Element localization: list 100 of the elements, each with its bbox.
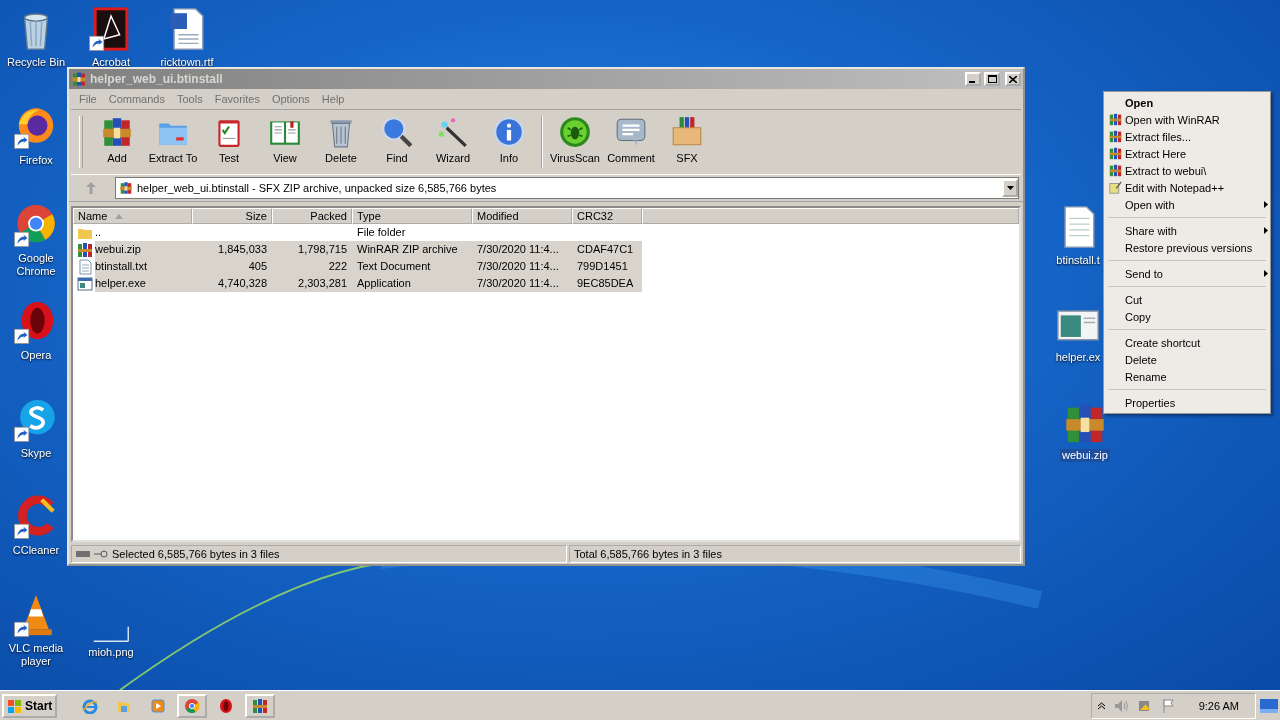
file-name[interactable]: webui.zip [95,241,192,258]
bug-scanner-icon [558,115,592,149]
context-menu-item[interactable]: Delete [1106,351,1268,368]
show-desktop-icon [1260,698,1278,713]
flag-icon [1160,697,1177,714]
maximize-button[interactable] [984,72,1000,86]
context-menu-item[interactable]: Restore previous versions [1106,239,1268,256]
clock: 9:26 AM [1198,699,1239,712]
close-button[interactable] [1005,72,1021,86]
table-cell: Application [352,275,472,292]
taskbar-button[interactable] [245,693,276,718]
toolbar-button[interactable]: SFX [659,113,715,171]
toolbar-button[interactable]: Test [201,113,257,171]
context-menu-item[interactable]: Send to [1106,265,1268,282]
column-header[interactable]: Name [73,208,192,224]
toolbar-button[interactable]: Delete [313,113,369,171]
table-cell: 7/30/2020 11:4... [472,275,572,292]
toolbar-button[interactable]: Extract To [145,113,201,171]
table-cell: 1,845,033 [192,241,272,258]
key-icon [94,550,108,558]
toolbar-button[interactable]: Add [89,113,145,171]
column-header[interactable]: Packed [272,208,352,224]
toolbar-button[interactable]: Info [481,113,537,171]
magic-wand-icon [436,115,470,149]
start-button[interactable]: Start [2,693,58,718]
table-cell: 9EC85DEA [572,275,642,292]
window-title: helper_web_ui.btinstall [90,72,224,86]
context-menu-item[interactable]: Share with [1106,222,1268,239]
submenu-arrow-icon [1264,227,1268,234]
submenu-arrow-icon [1264,201,1268,208]
address-field[interactable]: helper_web_ui.btinstall - SFX ZIP archive, unpacked size 6,585,766 bytes [115,177,1019,199]
context-menu-item[interactable]: Extract Here [1106,145,1268,162]
context-menu-item[interactable]: Open with WinRAR [1106,111,1268,128]
sort-arrow-icon [115,213,124,219]
context-menu-item[interactable]: Properties [1106,394,1268,411]
desktop-icon-label[interactable]: btinstall.t [1054,254,1102,267]
desktop-icon-label[interactable]: Firefox [17,154,55,167]
desktop-icon-label[interactable]: VLC media player [4,642,68,668]
toolbar-button[interactable]: Find [369,113,425,171]
minimize-button[interactable] [965,72,981,86]
desktop-icon-label[interactable]: helper.ex [1053,351,1103,364]
submenu-arrow-icon [1264,270,1268,277]
context-menu-item[interactable]: Extract to webui\ [1106,162,1268,179]
desktop-icon-label[interactable]: mioh.png [86,646,136,659]
context-menu-item[interactable]: Open with [1106,196,1268,213]
desktop-icon-label[interactable]: Google Chrome [4,252,68,278]
column-header[interactable]: Modified [472,208,572,224]
context-menu-item[interactable]: Rename [1106,368,1268,385]
desktop-icon-label[interactable]: Recycle Bin [4,56,68,69]
desktop-icon-label[interactable]: CCleaner [10,544,62,557]
status-text: Total 6,585,766 bytes in 3 files [574,548,722,560]
magnifier-icon [380,115,414,149]
dropdown-button[interactable] [1002,179,1018,197]
archive-icon [71,71,87,87]
status-text: Selected 6,585,766 bytes in 3 files [112,548,280,560]
column-header[interactable]: CRC32 [572,208,642,224]
table-cell: 4,740,328 [192,275,272,292]
table-cell-text: File folder [356,225,407,240]
play-icon [150,697,167,714]
chrome-icon [184,697,201,714]
context-menu-item[interactable]: Copy [1106,308,1268,325]
desktop-icon-label[interactable]: webui.zip [1060,449,1110,462]
program-window-icon [77,275,93,292]
column-header[interactable]: Size [192,208,272,224]
archive-icon [1109,113,1122,126]
context-menu-item[interactable]: Open [1106,94,1268,111]
caret-icon [1006,186,1014,190]
table-cell: Text Document [352,258,472,275]
toolbar-button[interactable]: Comment [603,113,659,171]
desktop-icon-label[interactable]: ricktown.rtf [158,56,216,69]
chevron-up-icon [1097,701,1105,710]
windows-logo-icon [7,697,23,714]
archive-icon [252,697,269,714]
file-name[interactable]: btinstall.txt [95,258,192,275]
table-cell: CDAF47C1 [572,241,642,258]
context-menu-item[interactable]: Extract files... [1106,128,1268,145]
table-cell: 7/30/2020 11:4... [472,241,572,258]
text-document-icon [77,258,93,275]
table-cell: 405 [192,258,272,275]
toolbar-button[interactable]: View [257,113,313,171]
info-icon [492,115,526,149]
desktop-icon-label[interactable]: Acrobat [90,56,132,69]
close-icon [1009,75,1017,83]
column-header[interactable]: Type [352,208,472,224]
table-cell: 1,798,715 [272,241,352,258]
maximize-icon [987,75,997,83]
opera-icon [218,697,235,714]
desktop-icon-label[interactable]: Skype [18,447,54,460]
toolbar-button[interactable]: Wizard [425,113,481,171]
browser-e-icon [82,697,99,714]
context-menu-item[interactable]: Edit with Notepad++ [1106,179,1268,196]
file-name[interactable]: helper.exe [95,275,192,292]
desktop-icon-label[interactable]: Opera [18,349,54,362]
taskbar-button[interactable] [177,693,208,718]
toolbar-button[interactable]: VirusScan [547,113,603,171]
file-name[interactable]: .. [95,224,192,241]
context-menu-item[interactable]: Create shortcut [1106,334,1268,351]
up-arrow-icon [86,182,96,194]
context-menu-item[interactable]: Cut [1106,291,1268,308]
archive-icon [119,181,133,195]
